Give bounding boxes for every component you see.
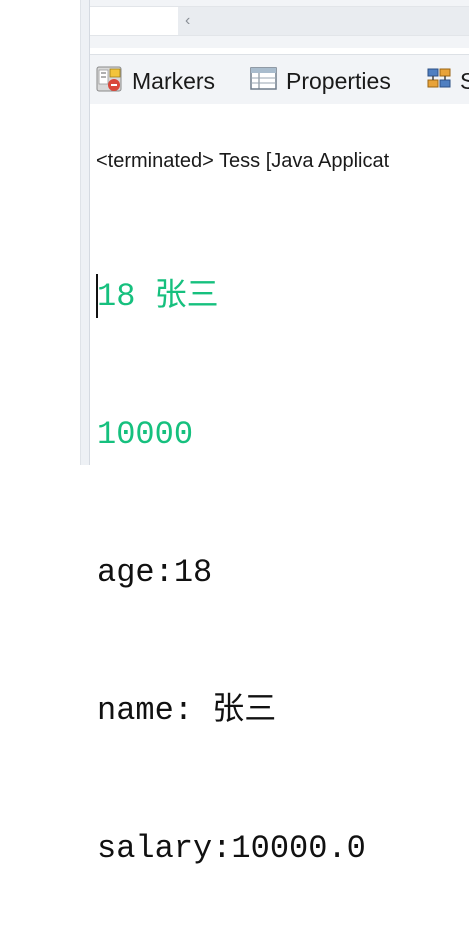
console-line: 18 张三	[97, 278, 219, 315]
console-output[interactable]: 18 张三 10000 age:18 name: 张三 salary:10000…	[97, 182, 366, 930]
servers-icon	[426, 65, 452, 98]
tab-markers[interactable]: Markers	[96, 65, 216, 98]
console-launch-header: <terminated> Tess [Java Applicat	[96, 150, 390, 172]
view-tab-bar: Markers Properties S	[90, 54, 469, 104]
tab-properties-label: Properties	[286, 67, 391, 94]
console-line: name: 张三	[97, 692, 277, 729]
markers-icon	[96, 65, 124, 98]
scroll-left-arrow-icon[interactable]: ‹	[185, 10, 190, 32]
tab-servers-label: S	[460, 67, 469, 94]
tab-markers-label: Markers	[132, 67, 216, 94]
horizontal-scrollbar[interactable]	[90, 6, 469, 36]
console-view[interactable]: <terminated> Tess [Java Applicat 18 张三 1…	[90, 104, 469, 867]
editor-area	[0, 0, 80, 465]
tab-properties[interactable]: Properties	[250, 65, 391, 98]
sash-divider[interactable]	[80, 0, 90, 465]
console-line: salary:10000.0	[97, 830, 366, 867]
properties-icon	[250, 65, 278, 98]
console-line: 10000	[97, 416, 194, 453]
tab-servers[interactable]: S	[426, 67, 469, 95]
console-line: age:18	[97, 554, 213, 591]
text-caret	[96, 274, 98, 318]
scrollbar-thumb[interactable]	[90, 7, 178, 35]
